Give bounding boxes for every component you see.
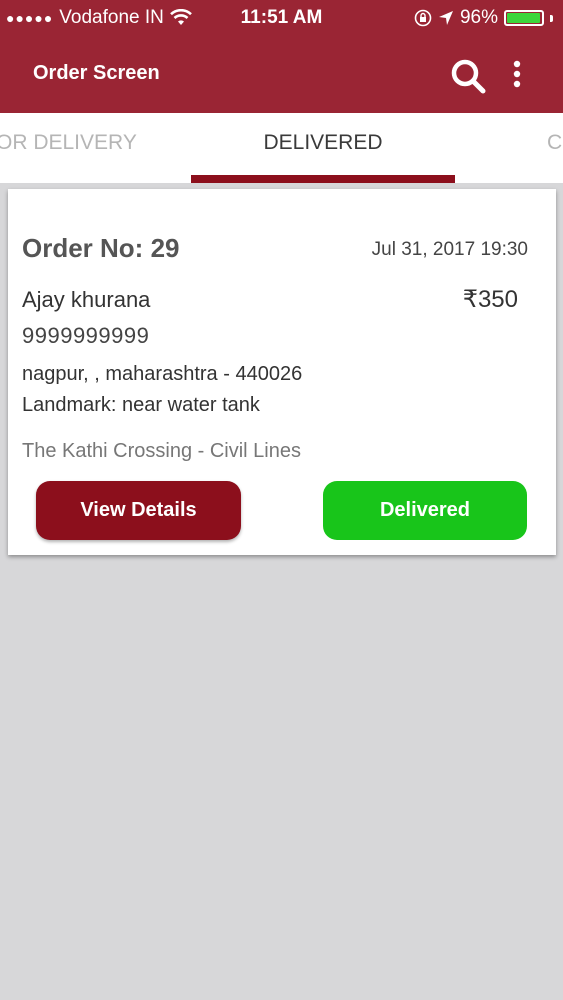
delivery-address: nagpur, , maharashtra - 440026 [22,363,303,385]
search-icon[interactable] [448,56,488,96]
order-amount: ₹350 [462,286,518,313]
tab-bar: OR DELIVERY DELIVERED C [0,113,563,183]
tab-next[interactable]: C [547,131,562,155]
status-bar: ●●●●● Vodafone IN 11:51 AM 96% [0,0,563,36]
customer-phone: 9999999999 [22,323,150,348]
app-bar: Order Screen [0,36,563,113]
battery-percent: 96% [459,7,498,28]
order-number: Order No: 29 [22,233,180,263]
customer-name: Ajay khurana [22,287,151,312]
battery-icon [504,10,544,26]
delivered-button[interactable]: Delivered [323,481,527,540]
restaurant-name: The Kathi Crossing - Civil Lines [22,440,301,462]
delivery-landmark: Landmark: near water tank [22,394,260,416]
tab-delivered[interactable]: DELIVERED [191,131,455,155]
battery-level [507,13,540,23]
more-vertical-icon[interactable] [505,56,529,96]
order-card: Order No: 29 Jul 31, 2017 19:30 Ajay khu… [8,189,556,555]
location-arrow-icon [438,11,453,25]
battery-tip [550,14,553,22]
tab-out-for-delivery[interactable]: OR DELIVERY [0,131,137,155]
order-date: Jul 31, 2017 19:30 [371,239,528,260]
page-title: Order Screen [33,62,160,84]
orientation-lock-icon [414,9,432,27]
active-tab-indicator [191,175,455,183]
view-details-button[interactable]: View Details [36,481,241,540]
